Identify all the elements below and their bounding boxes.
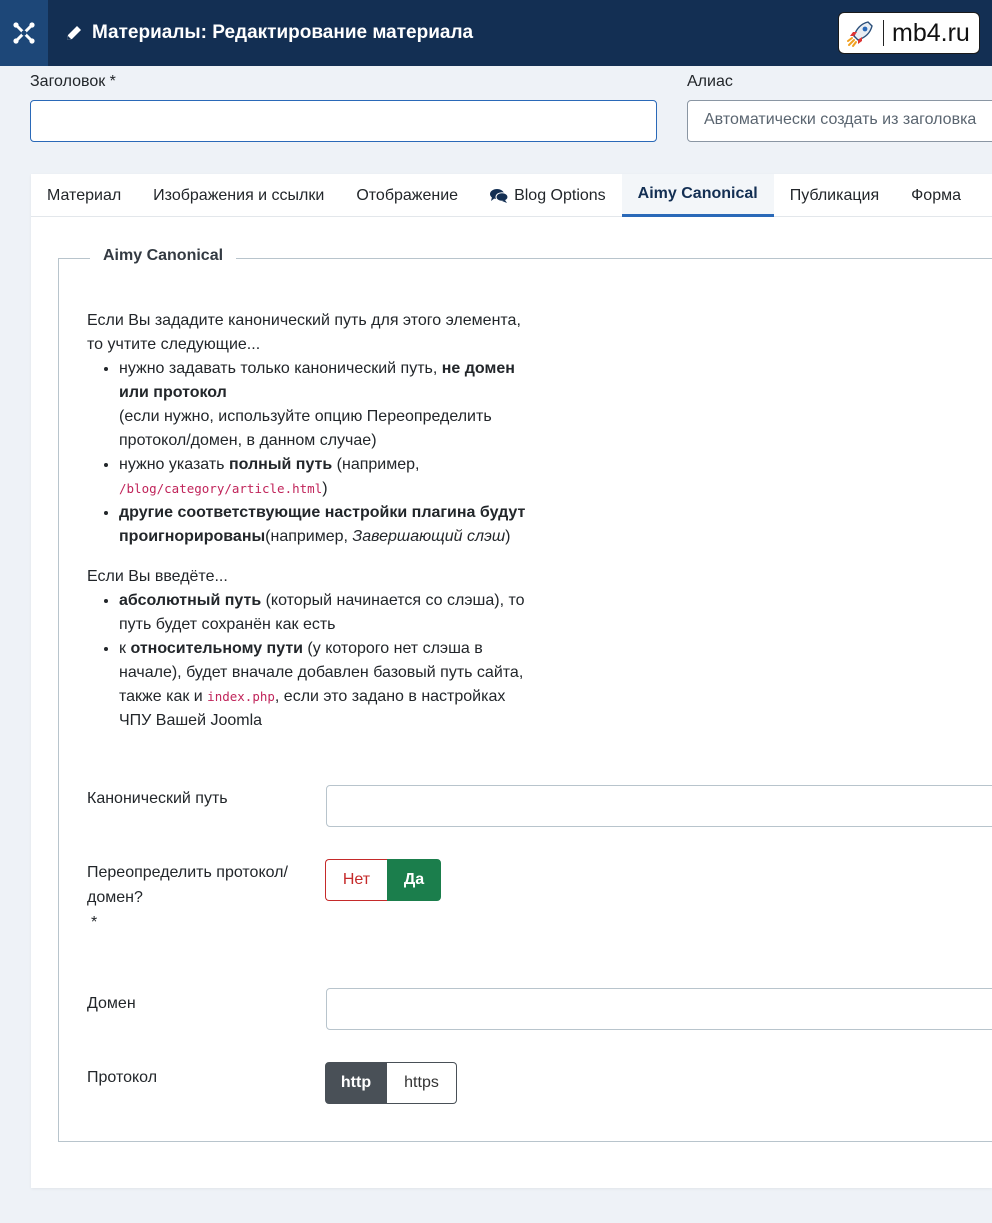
text: ) <box>322 480 328 497</box>
tab-aimy-canonical[interactable]: Aimy Canonical <box>621 174 774 217</box>
text: нужно задавать только канонический путь, <box>119 360 442 377</box>
aimy-canonical-fieldset: Aimy Canonical Если Вы зададите канониче… <box>58 247 992 1142</box>
tab-label: Изображения и ссылки <box>153 186 325 204</box>
text: к <box>119 640 131 657</box>
required-marker: * <box>91 914 98 931</box>
override-label-text: Переопределить протокол/домен? <box>87 864 288 906</box>
tab-form[interactable]: Форма <box>895 174 977 217</box>
pencil-icon <box>67 26 81 40</box>
canonical-path-label: Канонический путь <box>87 790 228 807</box>
text: (например, <box>332 456 420 473</box>
protocol-label: Протокол <box>87 1069 158 1086</box>
top-header: Материалы: Редактирование материала mb4.… <box>0 0 992 66</box>
joomla-icon <box>13 22 35 44</box>
override-no-button[interactable]: Нет <box>325 859 387 901</box>
alias-input[interactable]: Автоматически создать из заголовка <box>687 100 992 142</box>
list-item: другие соответствующие настройки плагина… <box>119 501 537 549</box>
tab-blog-options[interactable]: Blog Options <box>474 174 622 217</box>
tab-label: Blog Options <box>514 186 606 204</box>
override-yes-button[interactable]: Да <box>387 859 441 901</box>
brand-text: mb4.ru <box>892 18 970 47</box>
title-input[interactable] <box>30 100 657 142</box>
override-label: Переопределить протокол/домен? * <box>87 860 307 935</box>
alias-label: Алиас <box>687 73 733 90</box>
text-bold: абсолютный путь <box>119 592 262 609</box>
tab-label: Aimy Canonical <box>637 185 758 202</box>
list-item: нужно указать полный путь (например, /bl… <box>119 453 537 501</box>
desc-list-1: нужно задавать только канонический путь,… <box>119 357 537 549</box>
protocol-http-button[interactable]: http <box>325 1062 387 1104</box>
tab-publishing[interactable]: Публикация <box>774 174 895 217</box>
brand-badge: mb4.ru <box>838 12 980 54</box>
canonical-description: Если Вы зададите канонический путь для э… <box>87 309 537 733</box>
protocol-https-button[interactable]: https <box>387 1062 457 1104</box>
page-title: Материалы: Редактирование материала <box>64 0 473 66</box>
override-toggle: Нет Да <box>325 859 441 901</box>
title-label: Заголовок * <box>30 73 116 90</box>
protocol-toggle: http https <box>325 1062 457 1104</box>
domain-input[interactable] <box>326 988 992 1030</box>
comments-icon <box>490 188 509 203</box>
tab-display[interactable]: Отображение <box>340 174 474 217</box>
text: ) <box>505 528 511 545</box>
text: нужно указать <box>119 456 229 473</box>
tab-images-links[interactable]: Изображения и ссылки <box>137 174 340 217</box>
text: (например, <box>265 528 353 545</box>
text: (если нужно, используйте опцию Переопред… <box>119 408 492 449</box>
desc-paragraph-1: Если Вы зададите канонический путь для э… <box>87 312 521 353</box>
canonical-path-input[interactable] <box>326 785 992 827</box>
joomla-logo[interactable] <box>0 0 48 66</box>
list-item: к относительному пути (у которого нет сл… <box>119 637 537 733</box>
tab-label: Отображение <box>356 186 459 204</box>
tab-bar: Материал Изображения и ссылки Отображени… <box>31 174 992 217</box>
tab-label: Публикация <box>789 186 880 204</box>
rocket-icon <box>839 13 883 53</box>
text-bold: полный путь <box>228 456 333 473</box>
desc-list-2: абсолютный путь (который начинается со с… <box>119 589 537 733</box>
page-title-text: Материалы: Редактирование материала <box>92 22 474 43</box>
desc-paragraph-2: Если Вы введёте... <box>87 568 228 585</box>
code-sample: /blog/category/article.html <box>119 481 323 496</box>
code-sample: index.php <box>207 689 275 704</box>
alias-placeholder: Автоматически создать из заголовка <box>704 111 977 128</box>
list-item: нужно задавать только канонический путь,… <box>119 357 537 453</box>
tab-label: Материал <box>47 186 122 204</box>
fieldset-legend: Aimy Canonical <box>90 247 237 265</box>
list-item: абсолютный путь (который начинается со с… <box>119 589 537 637</box>
text-italic: Завершающий слэш <box>352 528 506 545</box>
text-bold: относительному пути <box>130 640 303 657</box>
editor-panel: Материал Изображения и ссылки Отображени… <box>31 174 992 1188</box>
tab-label: Форма <box>911 186 961 204</box>
tab-material[interactable]: Материал <box>31 174 137 217</box>
domain-label: Домен <box>87 995 136 1012</box>
